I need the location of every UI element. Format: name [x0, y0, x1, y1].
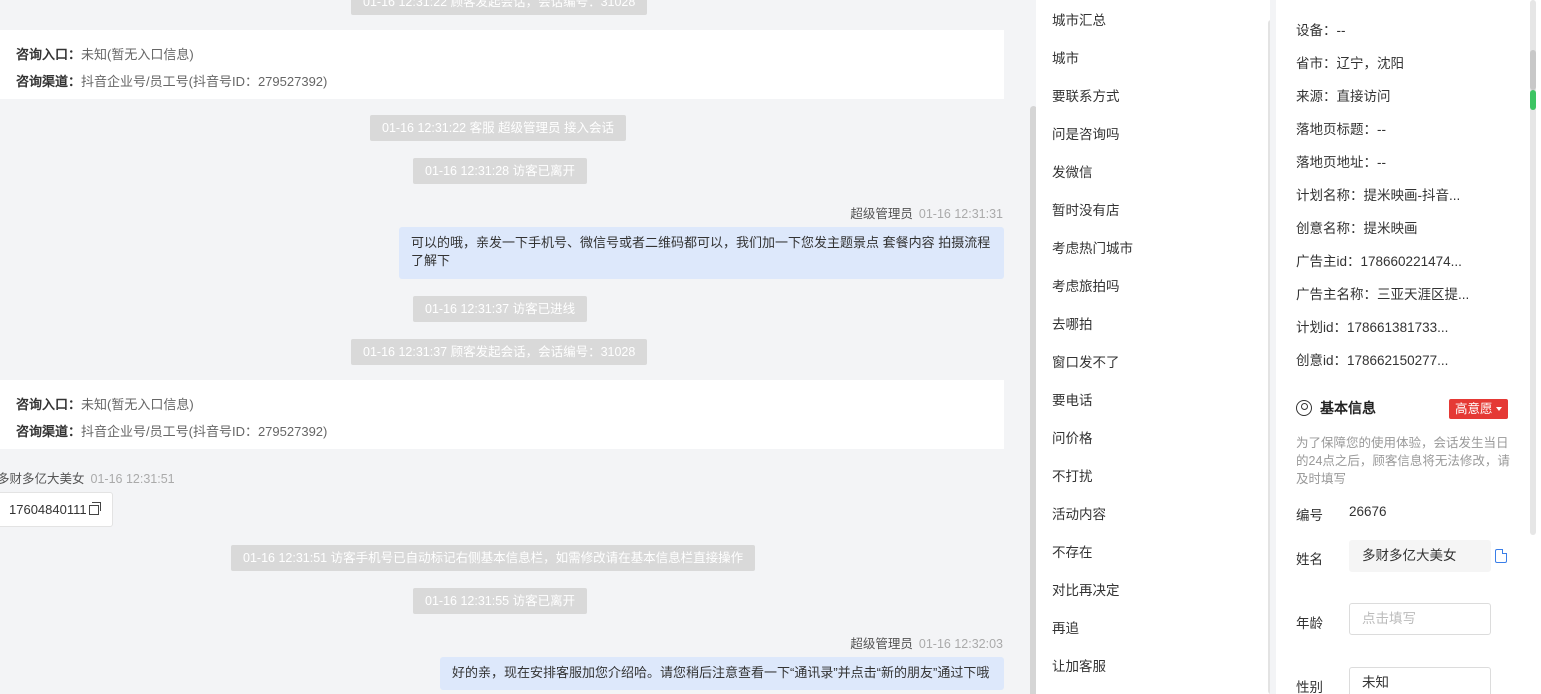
agent-message-bubble: 可以的哦，亲发一下手机号、微信号或者二维码都可以，我们加一下您发主题景点 套餐内…: [399, 227, 1004, 279]
visitor-message-text: 17604840111: [9, 502, 87, 517]
intent-level-label: 高意愿: [1455, 402, 1493, 416]
tag-item[interactable]: 再追: [1052, 617, 1079, 637]
message-meta: 超级管理员 01-16 12:32:03: [850, 633, 1003, 652]
gender-select[interactable]: 未知: [1349, 667, 1491, 694]
message-time: 01-16 12:31:31: [918, 207, 1003, 221]
message-time: 01-16 12:31:51: [90, 472, 175, 486]
customer-info-panel: 设备：-- 省市：辽宁，沈阳 来源：直接访问 落地页标题：-- 落地页地址：--…: [1276, 0, 1541, 694]
chat-panel: 01-16 12:31:22 顾客发起会话，会话编号：31028 咨询入口：未知…: [0, 0, 1030, 694]
consult-entry-value: 未知(暂无入口信息): [81, 47, 194, 62]
tag-item[interactable]: 考虑旅拍吗: [1052, 275, 1120, 295]
sender-name: 超级管理员: [850, 207, 913, 221]
consult-channel-row: 咨询渠道：抖音企业号/员工号(抖音号ID：279527392): [16, 68, 988, 95]
copy-document-icon[interactable]: [1495, 549, 1507, 563]
tag-item[interactable]: 要联系方式: [1052, 85, 1120, 105]
system-message: 01-16 12:31:37 访客已进线: [413, 296, 588, 322]
consult-channel-label: 咨询渠道：: [16, 74, 82, 89]
intent-level-dropdown[interactable]: 高意愿: [1449, 399, 1508, 419]
name-field[interactable]: 多财多亿大美女: [1349, 540, 1491, 572]
consult-entry-row: 咨询入口：未知(暂无入口信息): [16, 391, 988, 418]
gender-label: 性别: [1296, 680, 1323, 694]
tag-item[interactable]: 要电话: [1052, 389, 1093, 409]
tag-item[interactable]: 不打扰: [1052, 465, 1093, 485]
tag-item[interactable]: 活动内容: [1052, 503, 1106, 523]
message-meta: 超级管理员 01-16 12:31:31: [850, 203, 1003, 222]
consult-channel-label: 咨询渠道：: [16, 424, 82, 439]
edit-notice: 为了保障您的使用体验，会话发生当日的24点之后，顾客信息将无法修改，请及时填写: [1296, 436, 1510, 486]
consult-entry-row: 咨询入口：未知(暂无入口信息): [16, 41, 988, 68]
user-circle-icon: [1296, 400, 1312, 416]
caret-down-icon: [1495, 407, 1502, 411]
visitor-message-bubble: 17604840111: [0, 492, 113, 527]
age-field[interactable]: 点击填写: [1349, 603, 1491, 635]
tag-item[interactable]: 不存在: [1052, 541, 1093, 561]
quick-tag-list: 城市汇总 城市 要联系方式 问是咨询吗 发微信 暂时没有店 考虑热门城市 考虑旅…: [1036, 0, 1274, 694]
message-meta: 多财多亿大美女 01-16 12:31:51: [0, 468, 175, 487]
info-creative-id: 创意id：178662150277...: [1296, 353, 1449, 368]
system-message: 01-16 12:31:55 访客已离开: [413, 588, 588, 614]
info-advertiser-name: 广告主名称：三亚天涯区提...: [1296, 287, 1470, 302]
info-region: 省市：辽宁，沈阳: [1296, 56, 1404, 71]
consult-info-card: 咨询入口：未知(暂无入口信息) 咨询渠道：抖音企业号/员工号(抖音号ID：279…: [0, 30, 1004, 99]
system-message: 01-16 12:31:51 访客手机号已自动标记右侧基本信息栏，如需修改请在基…: [231, 545, 756, 571]
tag-item[interactable]: 去哪拍: [1052, 313, 1093, 333]
info-scrollbar-thumb[interactable]: [1530, 50, 1536, 90]
sender-name: 多财多亿大美女: [0, 472, 85, 486]
consult-entry-value: 未知(暂无入口信息): [81, 397, 194, 412]
consult-info-card: 咨询入口：未知(暂无入口信息) 咨询渠道：抖音企业号/员工号(抖音号ID：279…: [0, 380, 1004, 449]
sender-name: 超级管理员: [850, 637, 913, 651]
system-message: 01-16 12:31:28 访客已离开: [413, 158, 588, 184]
info-plan-id: 计划id：178661381733...: [1296, 320, 1449, 335]
info-scrollbar[interactable]: [1528, 0, 1541, 694]
tag-item[interactable]: 城市: [1052, 47, 1079, 67]
consult-entry-label: 咨询入口：: [16, 397, 82, 412]
tag-item[interactable]: 暂时没有店: [1052, 199, 1120, 219]
id-label: 编号: [1296, 508, 1323, 523]
info-creative-name: 创意名称：提米映画: [1296, 221, 1418, 236]
id-value: 26676: [1349, 504, 1387, 519]
tag-item[interactable]: 发微信: [1052, 161, 1093, 181]
consult-entry-label: 咨询入口：: [16, 47, 82, 62]
info-landing-url: 落地页地址：--: [1296, 155, 1386, 170]
info-advertiser-id: 广告主id：178660221474...: [1296, 254, 1462, 269]
tag-item[interactable]: 考虑热门城市: [1052, 237, 1133, 257]
tag-item[interactable]: 问价格: [1052, 427, 1093, 447]
basic-info-title: 基本信息: [1320, 400, 1376, 416]
consult-channel-value: 抖音企业号/员工号(抖音号ID：279527392): [81, 424, 328, 439]
basic-info-heading: 基本信息: [1296, 398, 1376, 418]
message-time: 01-16 12:32:03: [918, 637, 1003, 651]
tag-item[interactable]: 问是咨询吗: [1052, 123, 1120, 143]
age-label: 年龄: [1296, 616, 1323, 631]
info-device: 设备：--: [1296, 23, 1346, 38]
name-label: 姓名: [1296, 552, 1323, 567]
info-source: 来源：直接访问: [1296, 89, 1391, 104]
scroll-position-indicator: [1530, 90, 1536, 110]
tag-item[interactable]: 对比再决定: [1052, 579, 1120, 599]
system-message: 01-16 12:31:22 客服 超级管理员 接入会话: [370, 115, 627, 141]
tag-item[interactable]: 窗口发不了: [1052, 351, 1120, 371]
consult-channel-value: 抖音企业号/员工号(抖音号ID：279527392): [81, 74, 328, 89]
tag-item[interactable]: 城市汇总: [1052, 9, 1106, 29]
consult-channel-row: 咨询渠道：抖音企业号/员工号(抖音号ID：279527392): [16, 418, 988, 445]
copy-icon[interactable]: [88, 502, 101, 515]
agent-message-bubble: 好的亲，现在安排客服加您介绍哈。请您稍后注意查看一下“通讯录”并点击“新的朋友”…: [440, 657, 1004, 690]
info-plan-name: 计划名称：提米映画-抖音...: [1296, 188, 1461, 203]
system-message: 01-16 12:31:37 顾客发起会话，会话编号：31028: [351, 339, 648, 365]
info-landing-title: 落地页标题：--: [1296, 122, 1386, 137]
system-message: 01-16 12:31:22 顾客发起会话，会话编号：31028: [351, 0, 648, 15]
tag-item[interactable]: 让加客服: [1052, 655, 1106, 675]
